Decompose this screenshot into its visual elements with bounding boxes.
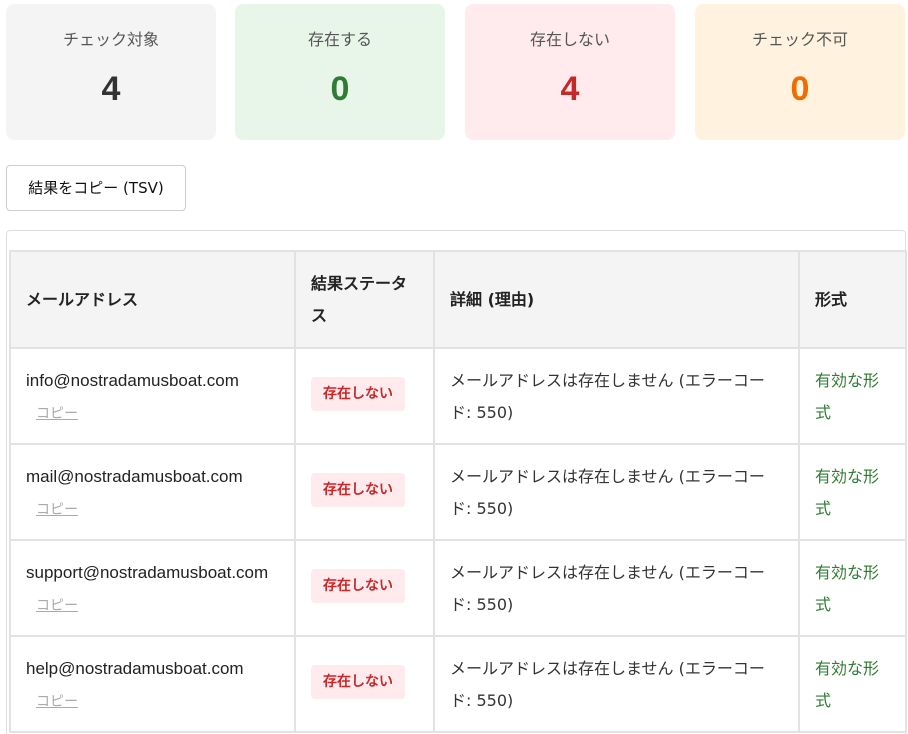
summary-card-value: 0 xyxy=(790,70,810,108)
copy-email-link[interactable]: コピー xyxy=(36,590,78,622)
email-address: info@nostradamusboat.com xyxy=(26,371,239,390)
summary-card-value: 4 xyxy=(101,70,121,108)
status-cell: 存在しない xyxy=(294,539,435,637)
summary-card-unknown: チェック不可 0 xyxy=(695,4,905,140)
summary-card-value: 0 xyxy=(330,70,350,108)
format-cell: 有効な形式 xyxy=(798,347,907,445)
email-address: mail@nostradamusboat.com xyxy=(26,467,243,486)
detail-cell: メールアドレスは存在しません (エラーコード: 550) xyxy=(433,539,800,637)
summary-card-label: 存在する xyxy=(307,30,372,49)
table-row: support@nostradamusboat.com コピー 存在しない メー… xyxy=(9,539,907,637)
copy-results-tsv-button[interactable]: 結果をコピー (TSV) xyxy=(6,165,186,211)
format-cell: 有効な形式 xyxy=(798,539,907,637)
column-header-detail: 詳細 (理由) xyxy=(433,250,800,349)
email-address: support@nostradamusboat.com xyxy=(26,563,269,582)
results-table: メールアドレス 結果ステータス 詳細 (理由) 形式 info@nostrada… xyxy=(9,250,907,733)
status-badge: 存在しない xyxy=(311,569,405,603)
email-address: help@nostradamusboat.com xyxy=(26,659,244,678)
copy-email-link[interactable]: コピー xyxy=(36,686,78,718)
email-cell: help@nostradamusboat.com コピー xyxy=(9,635,296,733)
status-badge: 存在しない xyxy=(311,377,405,411)
summary-card-exists: 存在する 0 xyxy=(235,4,445,140)
results-page: チェック対象 4 存在する 0 存在しない 4 チェック不可 0 結果をコピー … xyxy=(0,0,908,734)
detail-cell: メールアドレスは存在しません (エラーコード: 550) xyxy=(433,443,800,541)
status-cell: 存在しない xyxy=(294,347,435,445)
copy-email-link[interactable]: コピー xyxy=(36,494,78,526)
column-header-format: 形式 xyxy=(798,250,907,349)
summary-card-label: 存在しない xyxy=(529,30,610,49)
table-header-row: メールアドレス 結果ステータス 詳細 (理由) 形式 xyxy=(9,250,907,349)
email-cell: mail@nostradamusboat.com コピー xyxy=(9,443,296,541)
status-cell: 存在しない xyxy=(294,443,435,541)
table-row: info@nostradamusboat.com コピー 存在しない メールアド… xyxy=(9,347,907,445)
detail-cell: メールアドレスは存在しません (エラーコード: 550) xyxy=(433,635,800,733)
table-row: mail@nostradamusboat.com コピー 存在しない メールアド… xyxy=(9,443,907,541)
column-header-email: メールアドレス xyxy=(9,250,296,349)
summary-card-not-exists: 存在しない 4 xyxy=(465,4,675,140)
summary-cards: チェック対象 4 存在する 0 存在しない 4 チェック不可 0 xyxy=(6,4,906,140)
summary-card-value: 4 xyxy=(560,70,580,108)
summary-card-label: チェック対象 xyxy=(62,30,159,49)
table-row: help@nostradamusboat.com コピー 存在しない メールアド… xyxy=(9,635,907,733)
email-cell: info@nostradamusboat.com コピー xyxy=(9,347,296,445)
format-cell: 有効な形式 xyxy=(798,443,907,541)
results-table-container: メールアドレス 結果ステータス 詳細 (理由) 形式 info@nostrada… xyxy=(6,230,907,734)
format-cell: 有効な形式 xyxy=(798,635,907,733)
detail-cell: メールアドレスは存在しません (エラーコード: 550) xyxy=(433,347,800,445)
status-cell: 存在しない xyxy=(294,635,435,733)
copy-email-link[interactable]: コピー xyxy=(36,398,78,430)
column-header-status: 結果ステータス xyxy=(294,250,435,349)
status-badge: 存在しない xyxy=(311,473,405,507)
email-cell: support@nostradamusboat.com コピー xyxy=(9,539,296,637)
status-badge: 存在しない xyxy=(311,665,405,699)
summary-card-total: チェック対象 4 xyxy=(6,4,216,140)
summary-card-label: チェック不可 xyxy=(751,30,848,49)
